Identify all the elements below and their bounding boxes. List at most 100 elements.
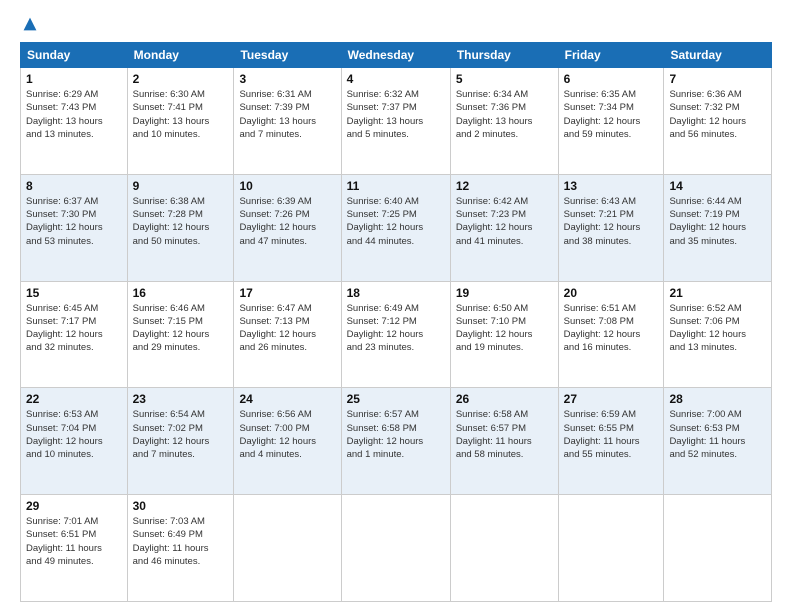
day-info: Sunrise: 6:42 AM Sunset: 7:23 PM Dayligh… xyxy=(456,195,553,248)
calendar-cell xyxy=(341,495,450,602)
day-info: Sunrise: 6:30 AM Sunset: 7:41 PM Dayligh… xyxy=(133,88,229,141)
calendar-cell: 1 Sunrise: 6:29 AM Sunset: 7:43 PM Daylig… xyxy=(21,68,128,175)
calendar-cell: 30 Sunrise: 7:03 AM Sunset: 6:49 PM Dayli… xyxy=(127,495,234,602)
calendar-cell: 23 Sunrise: 6:54 AM Sunset: 7:02 PM Dayli… xyxy=(127,388,234,495)
calendar-cell: 9 Sunrise: 6:38 AM Sunset: 7:28 PM Daylig… xyxy=(127,174,234,281)
calendar-cell: 27 Sunrise: 6:59 AM Sunset: 6:55 PM Dayli… xyxy=(558,388,664,495)
day-number: 3 xyxy=(239,72,335,86)
day-info: Sunrise: 7:03 AM Sunset: 6:49 PM Dayligh… xyxy=(133,515,229,568)
day-info: Sunrise: 6:35 AM Sunset: 7:34 PM Dayligh… xyxy=(564,88,659,141)
logo-icon xyxy=(22,16,38,32)
day-number: 27 xyxy=(564,392,659,406)
calendar-cell: 22Sunrise: 6:53 AM Sunset: 7:04 PM Dayli… xyxy=(21,388,128,495)
day-number: 13 xyxy=(564,179,659,193)
calendar-cell: 20 Sunrise: 6:51 AM Sunset: 7:08 PM Dayli… xyxy=(558,281,664,388)
calendar-cell: 17 Sunrise: 6:47 AM Sunset: 7:13 PM Dayli… xyxy=(234,281,341,388)
day-info: Sunrise: 7:00 AM Sunset: 6:53 PM Dayligh… xyxy=(669,408,766,461)
day-info: Sunrise: 6:36 AM Sunset: 7:32 PM Dayligh… xyxy=(669,88,766,141)
day-number: 15 xyxy=(26,286,122,300)
day-number: 14 xyxy=(669,179,766,193)
day-number: 29 xyxy=(26,499,122,513)
day-number: 12 xyxy=(456,179,553,193)
day-info: Sunrise: 6:37 AM Sunset: 7:30 PM Dayligh… xyxy=(26,195,122,248)
day-number: 16 xyxy=(133,286,229,300)
calendar-day-header: Saturday xyxy=(664,43,772,68)
calendar-cell: 25Sunrise: 6:57 AM Sunset: 6:58 PM Dayli… xyxy=(341,388,450,495)
day-info: Sunrise: 6:40 AM Sunset: 7:25 PM Dayligh… xyxy=(347,195,445,248)
calendar-header-row: SundayMondayTuesdayWednesdayThursdayFrid… xyxy=(21,43,772,68)
day-number: 20 xyxy=(564,286,659,300)
day-info: Sunrise: 6:47 AM Sunset: 7:13 PM Dayligh… xyxy=(239,302,335,355)
day-number: 4 xyxy=(347,72,445,86)
day-number: 5 xyxy=(456,72,553,86)
day-number: 6 xyxy=(564,72,659,86)
calendar-day-header: Monday xyxy=(127,43,234,68)
day-number: 9 xyxy=(133,179,229,193)
day-info: Sunrise: 6:59 AM Sunset: 6:55 PM Dayligh… xyxy=(564,408,659,461)
day-info: Sunrise: 6:45 AM Sunset: 7:17 PM Dayligh… xyxy=(26,302,122,355)
calendar-cell: 19Sunrise: 6:50 AM Sunset: 7:10 PM Dayli… xyxy=(450,281,558,388)
calendar-table: SundayMondayTuesdayWednesdayThursdayFrid… xyxy=(20,42,772,602)
calendar-cell: 29 Sunrise: 7:01 AM Sunset: 6:51 PM Dayli… xyxy=(21,495,128,602)
calendar-cell: 4 Sunrise: 6:32 AM Sunset: 7:37 PM Daylig… xyxy=(341,68,450,175)
calendar-cell: 16 Sunrise: 6:46 AM Sunset: 7:15 PM Dayli… xyxy=(127,281,234,388)
calendar-cell: 12 Sunrise: 6:42 AM Sunset: 7:23 PM Dayli… xyxy=(450,174,558,281)
day-number: 17 xyxy=(239,286,335,300)
day-info: Sunrise: 6:34 AM Sunset: 7:36 PM Dayligh… xyxy=(456,88,553,141)
day-info: Sunrise: 6:39 AM Sunset: 7:26 PM Dayligh… xyxy=(239,195,335,248)
day-info: Sunrise: 6:38 AM Sunset: 7:28 PM Dayligh… xyxy=(133,195,229,248)
calendar-cell: 7 Sunrise: 6:36 AM Sunset: 7:32 PM Daylig… xyxy=(664,68,772,175)
day-number: 2 xyxy=(133,72,229,86)
day-number: 1 xyxy=(26,72,122,86)
day-info: Sunrise: 6:46 AM Sunset: 7:15 PM Dayligh… xyxy=(133,302,229,355)
day-number: 8 xyxy=(26,179,122,193)
calendar-day-header: Thursday xyxy=(450,43,558,68)
day-info: Sunrise: 6:29 AM Sunset: 7:43 PM Dayligh… xyxy=(26,88,122,141)
day-info: Sunrise: 6:57 AM Sunset: 6:58 PM Dayligh… xyxy=(347,408,445,461)
day-number: 22 xyxy=(26,392,122,406)
calendar-day-header: Tuesday xyxy=(234,43,341,68)
calendar-cell: 28 Sunrise: 7:00 AM Sunset: 6:53 PM Dayli… xyxy=(664,388,772,495)
calendar-week-row: 29 Sunrise: 7:01 AM Sunset: 6:51 PM Dayli… xyxy=(21,495,772,602)
calendar-cell: 24Sunrise: 6:56 AM Sunset: 7:00 PM Dayli… xyxy=(234,388,341,495)
calendar-cell: 14 Sunrise: 6:44 AM Sunset: 7:19 PM Dayli… xyxy=(664,174,772,281)
calendar-cell xyxy=(558,495,664,602)
calendar-cell: 8 Sunrise: 6:37 AM Sunset: 7:30 PM Daylig… xyxy=(21,174,128,281)
day-number: 7 xyxy=(669,72,766,86)
day-info: Sunrise: 6:54 AM Sunset: 7:02 PM Dayligh… xyxy=(133,408,229,461)
day-info: Sunrise: 6:44 AM Sunset: 7:19 PM Dayligh… xyxy=(669,195,766,248)
day-number: 11 xyxy=(347,179,445,193)
logo xyxy=(20,16,36,32)
calendar-cell xyxy=(664,495,772,602)
day-info: Sunrise: 6:52 AM Sunset: 7:06 PM Dayligh… xyxy=(669,302,766,355)
day-info: Sunrise: 6:43 AM Sunset: 7:21 PM Dayligh… xyxy=(564,195,659,248)
calendar-cell: 10 Sunrise: 6:39 AM Sunset: 7:26 PM Dayli… xyxy=(234,174,341,281)
calendar-cell: 18 Sunrise: 6:49 AM Sunset: 7:12 PM Dayli… xyxy=(341,281,450,388)
day-info: Sunrise: 6:51 AM Sunset: 7:08 PM Dayligh… xyxy=(564,302,659,355)
calendar-cell: 13 Sunrise: 6:43 AM Sunset: 7:21 PM Dayli… xyxy=(558,174,664,281)
day-number: 26 xyxy=(456,392,553,406)
day-number: 23 xyxy=(133,392,229,406)
day-number: 30 xyxy=(133,499,229,513)
calendar-day-header: Friday xyxy=(558,43,664,68)
calendar-day-header: Sunday xyxy=(21,43,128,68)
day-number: 21 xyxy=(669,286,766,300)
day-number: 28 xyxy=(669,392,766,406)
calendar-day-header: Wednesday xyxy=(341,43,450,68)
day-number: 10 xyxy=(239,179,335,193)
day-info: Sunrise: 6:58 AM Sunset: 6:57 PM Dayligh… xyxy=(456,408,553,461)
calendar-cell: 26 Sunrise: 6:58 AM Sunset: 6:57 PM Dayli… xyxy=(450,388,558,495)
day-info: Sunrise: 6:50 AM Sunset: 7:10 PM Dayligh… xyxy=(456,302,553,355)
calendar-week-row: 15 Sunrise: 6:45 AM Sunset: 7:17 PM Dayli… xyxy=(21,281,772,388)
day-info: Sunrise: 6:31 AM Sunset: 7:39 PM Dayligh… xyxy=(239,88,335,141)
calendar-body: 1 Sunrise: 6:29 AM Sunset: 7:43 PM Daylig… xyxy=(21,68,772,602)
calendar-week-row: 1 Sunrise: 6:29 AM Sunset: 7:43 PM Daylig… xyxy=(21,68,772,175)
calendar-cell: 6 Sunrise: 6:35 AM Sunset: 7:34 PM Daylig… xyxy=(558,68,664,175)
page: SundayMondayTuesdayWednesdayThursdayFrid… xyxy=(0,0,792,612)
day-info: Sunrise: 6:49 AM Sunset: 7:12 PM Dayligh… xyxy=(347,302,445,355)
day-number: 18 xyxy=(347,286,445,300)
day-info: Sunrise: 7:01 AM Sunset: 6:51 PM Dayligh… xyxy=(26,515,122,568)
day-info: Sunrise: 6:32 AM Sunset: 7:37 PM Dayligh… xyxy=(347,88,445,141)
calendar-week-row: 8 Sunrise: 6:37 AM Sunset: 7:30 PM Daylig… xyxy=(21,174,772,281)
calendar-cell: 2 Sunrise: 6:30 AM Sunset: 7:41 PM Daylig… xyxy=(127,68,234,175)
